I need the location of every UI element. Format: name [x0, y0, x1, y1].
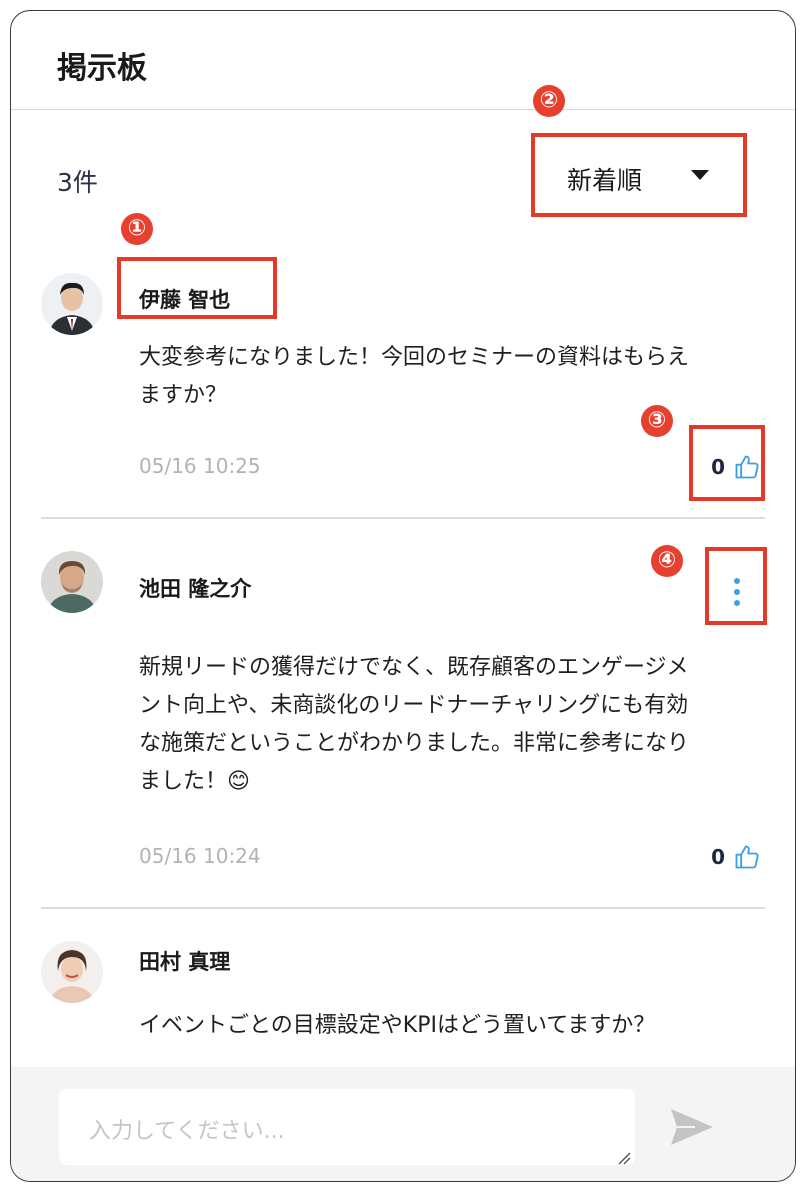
annotation-marker-3: ③ [641, 405, 673, 437]
highlight-box-more [705, 547, 767, 625]
like-button[interactable]: 0 [711, 841, 761, 873]
comment-input[interactable] [59, 1089, 635, 1165]
comment-text: 大変参考になりました！今回のセミナーの資料はもらえますか？ [139, 345, 690, 408]
comment-timestamp: 05/16 10:25 [139, 454, 261, 478]
comment-author[interactable]: 池田 隆之介 [139, 573, 251, 603]
header: 掲示板 [11, 11, 795, 110]
annotation-marker-4: ④ [651, 545, 683, 577]
highlight-box-like [689, 425, 765, 501]
comment-count: 3件 [57, 168, 98, 197]
annotation-marker-2: ② [533, 85, 565, 117]
avatar [41, 273, 103, 335]
page-title: 掲示板 [57, 51, 147, 86]
resize-grip-icon[interactable] [617, 1151, 631, 1165]
like-count: 0 [711, 845, 725, 869]
thumbs-up-icon [735, 845, 759, 869]
annotation-marker-1: ① [121, 213, 153, 245]
avatar [41, 551, 103, 613]
highlight-box-author [117, 257, 277, 319]
divider [41, 907, 765, 909]
comment-timestamp: 05/16 10:24 [139, 844, 261, 868]
comment-composer [11, 1067, 795, 1181]
comment-text: イベントごとの目標設定やKPIはどう置いてますか？ [139, 1013, 656, 1038]
send-icon[interactable] [669, 1107, 715, 1147]
highlight-box-sort [531, 133, 747, 217]
comment-text: 新規リードの獲得だけでなく、既存顧客のエンゲージメント向上や、未商談化のリードナ… [139, 655, 690, 794]
divider [41, 517, 765, 519]
bulletin-board-panel: 掲示板 3件 新着順 伊藤 智也 大変参考になりました！今回のセミナーの資料はも… [10, 10, 796, 1182]
comment-author[interactable]: 田村 真理 [139, 946, 230, 976]
avatar [41, 941, 103, 1003]
